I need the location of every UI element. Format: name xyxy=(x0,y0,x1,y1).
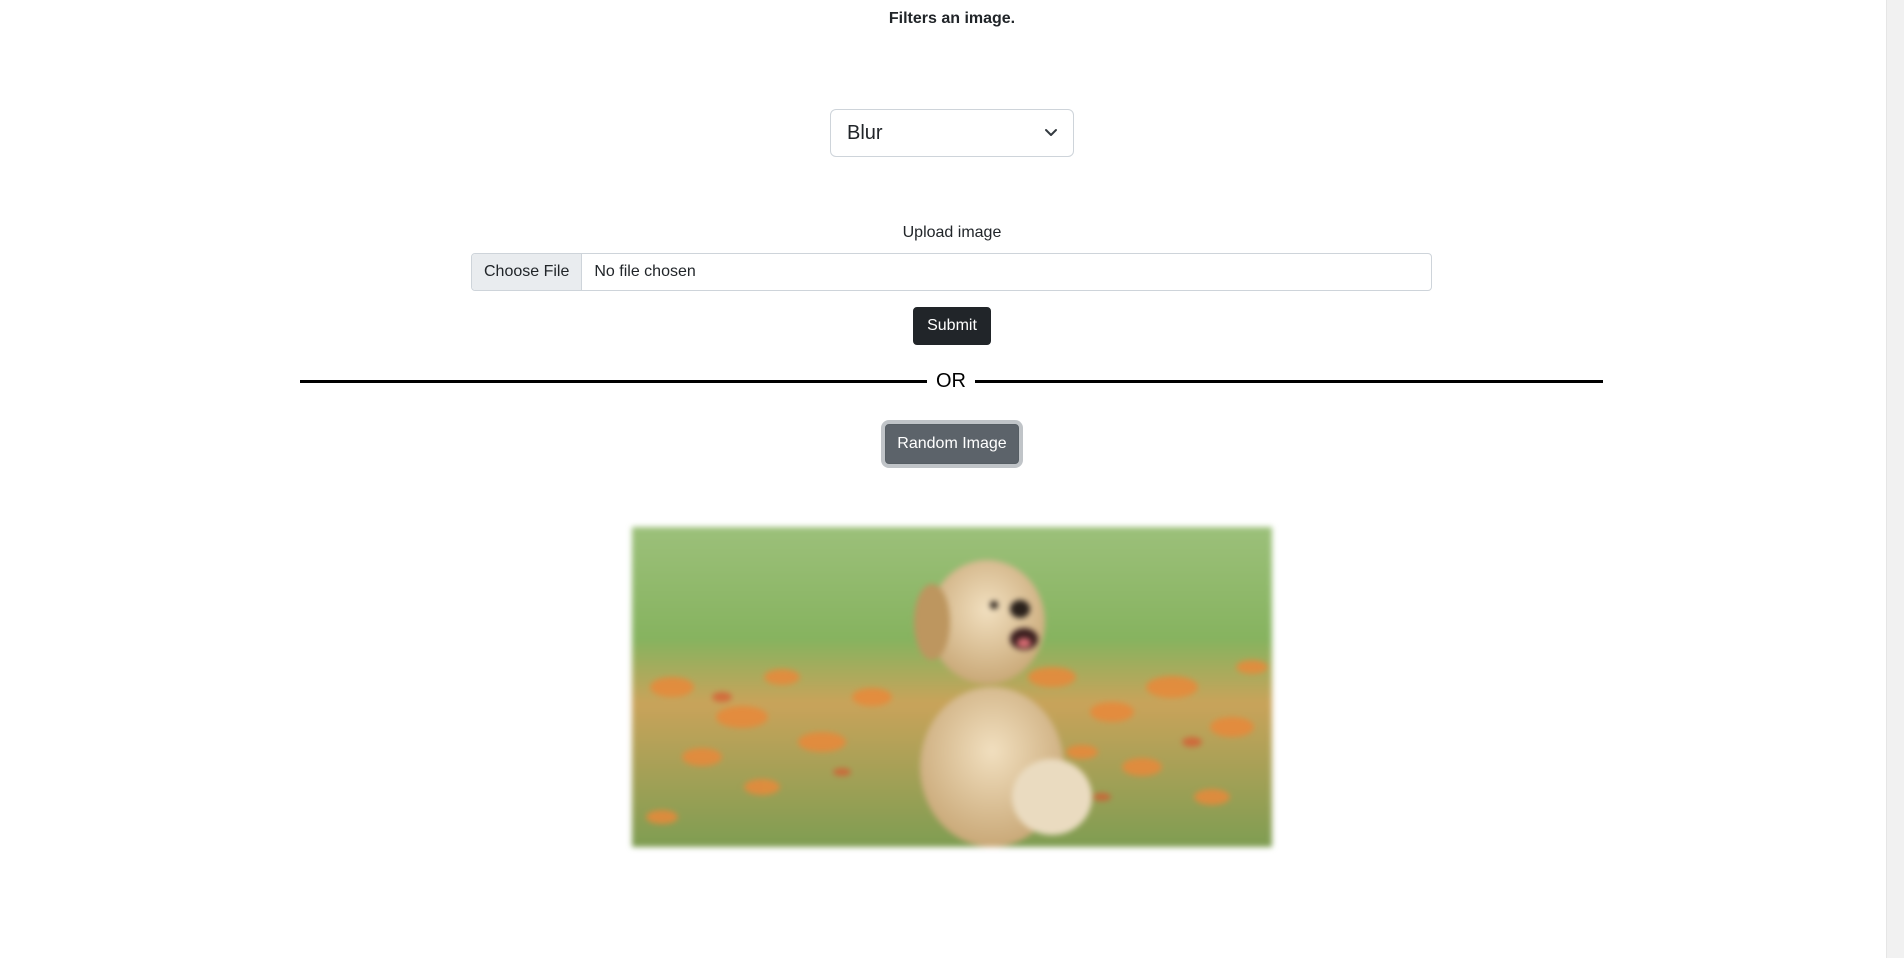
file-status: No file chosen xyxy=(594,263,696,280)
filter-select[interactable]: Blur xyxy=(830,109,1074,157)
page-subtitle: Filters an image. xyxy=(888,10,1016,27)
vertical-scrollbar[interactable] xyxy=(1886,0,1904,958)
choose-file-button[interactable]: Choose File xyxy=(472,254,583,290)
upload-label: Upload image xyxy=(902,224,1002,241)
divider-line-left xyxy=(300,380,927,383)
random-image-button[interactable]: Random Image xyxy=(885,424,1019,464)
or-divider-text: OR xyxy=(936,370,966,392)
submit-button[interactable]: Submit xyxy=(913,307,991,345)
page: Filters an image. Blur Upload image Choo… xyxy=(0,0,1904,958)
filtered-image xyxy=(632,527,1272,847)
divider-line-right xyxy=(975,380,1603,383)
chevron-down-icon xyxy=(1045,129,1057,136)
filter-select-value: Blur xyxy=(847,122,883,144)
file-input[interactable]: Choose File No file chosen xyxy=(471,253,1432,291)
puppy-image xyxy=(632,527,1272,847)
